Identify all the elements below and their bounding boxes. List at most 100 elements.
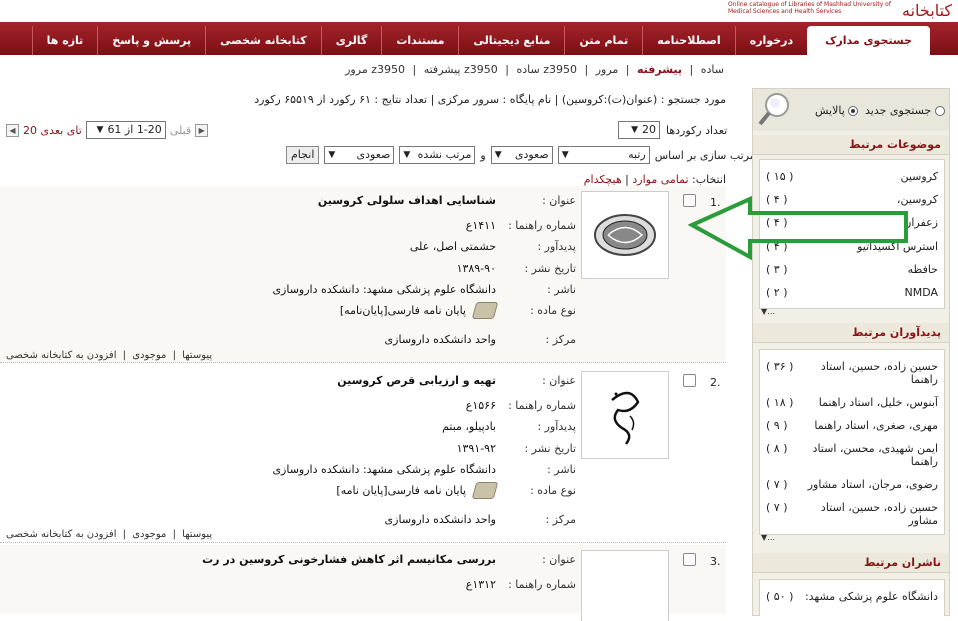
field-label-publisher: ناشر : xyxy=(547,283,576,296)
result-thumbnail[interactable] xyxy=(581,191,669,279)
nav-tab-browse[interactable]: درخواره xyxy=(734,26,807,55)
nav-tab-thesaurus[interactable]: اصطلاحنامه xyxy=(642,26,735,55)
sort-order2-select[interactable]: صعودی ▼ xyxy=(324,146,395,164)
sort-order-select[interactable]: صعودی ▼ xyxy=(490,146,553,164)
author-count: ( ۹ ) xyxy=(766,419,788,432)
chevron-down-icon: ▼ xyxy=(561,150,569,160)
nav-tab-news[interactable]: تازه ها xyxy=(31,26,98,55)
nav-tab-qa[interactable]: پرسش و پاسخ xyxy=(97,26,205,55)
prev-page-link[interactable]: قبلی xyxy=(170,124,191,137)
refine-radio[interactable] xyxy=(848,106,859,116)
result-title-link[interactable]: شناسایی اهداف سلولی کروسین xyxy=(318,194,496,207)
author-count: ( ۷ ) xyxy=(766,478,788,491)
new-search-option[interactable]: جستجوی جدید xyxy=(865,104,945,117)
result-title-link[interactable]: بررسی مکانیسم اثر کاهش فشارخونی کروسین د… xyxy=(202,553,496,566)
mode-advanced-link[interactable]: پیشرفته xyxy=(637,63,682,76)
records-select[interactable]: 20 ▼ xyxy=(618,121,660,139)
result-actions: پیوستها | موجودی | افزودن به کتابخانه شخ… xyxy=(6,529,215,540)
and-label: و xyxy=(480,148,486,162)
nav-tab-digital-resources[interactable]: منابع دیجیتالی xyxy=(458,26,564,55)
mode-browse-link[interactable]: مرور xyxy=(596,63,619,76)
field-value-date: ۱۳۸۹-۹۰ xyxy=(456,262,496,275)
refine-label: پالایش xyxy=(815,104,845,117)
select-none-link[interactable]: هیچکدام xyxy=(584,173,622,186)
holdings-link[interactable]: موجودی xyxy=(132,350,166,361)
topic-label: NMDA xyxy=(904,286,938,299)
chevron-down-icon: ▼ xyxy=(403,150,411,160)
related-publishers-heading: ناشران مرتبط xyxy=(753,553,949,573)
nav-tab-gallery[interactable]: گالری xyxy=(320,26,382,55)
result-title-link[interactable]: تهیه و ارزیابی قرص کروسین xyxy=(337,374,496,387)
more-authors-icon[interactable]: ▼… xyxy=(761,533,775,542)
calligraphy-icon xyxy=(611,391,640,445)
result-item: 1. عنوان : شناسایی اهداف سلولی کروسین شم… xyxy=(0,186,726,363)
sort-order2-value: صعودی xyxy=(356,148,391,161)
attachments-link[interactable]: پیوستها xyxy=(182,350,212,361)
page-range-select[interactable]: 1-20 از 61 ▼ xyxy=(85,121,166,139)
holdings-link[interactable]: موجودی xyxy=(132,529,166,540)
nav-tab-document-search[interactable]: جستجوی مدارک xyxy=(807,26,930,55)
separator: | xyxy=(412,63,417,76)
result-number: 3. xyxy=(710,555,721,568)
mode-z3950-browse-link[interactable]: z3950 مرور xyxy=(345,63,405,76)
separator: | xyxy=(689,63,694,76)
sort-field-value: رتبه xyxy=(628,148,646,161)
next-page-icon[interactable]: ◀ xyxy=(6,123,19,137)
refine-option[interactable]: پالایش xyxy=(815,104,859,117)
field-value-type: پایان نامه فارسی[پایان‌نامه] xyxy=(339,304,466,317)
new-search-radio[interactable] xyxy=(934,106,945,116)
selection-bar: انتخاب: تمامی موارد | هیچکدام xyxy=(584,173,726,186)
selection-label: انتخاب: xyxy=(692,173,726,186)
separator: | xyxy=(122,350,127,361)
add-to-personal-library-link[interactable]: افزودن به کتابخانه شخصی xyxy=(6,529,116,540)
separator: | xyxy=(505,63,509,76)
author-label: ایمن شهیدی، محسن، استاد راهنما xyxy=(812,442,938,468)
nav-tab-personal-library[interactable]: کتابخانه شخصی xyxy=(205,26,321,55)
publisher-count: ( ۵۰ ) xyxy=(766,590,794,603)
mode-z3950-advanced-link[interactable]: z3950 پیشرفته xyxy=(424,63,498,76)
chevron-down-icon: ▼ xyxy=(494,150,502,160)
field-label-publisher: ناشر : xyxy=(547,463,576,476)
field-label-center: مرکز : xyxy=(545,333,576,346)
add-to-personal-library-link[interactable]: افزودن به کتابخانه شخصی xyxy=(6,350,116,361)
field-label-title: عنوان : xyxy=(542,194,576,207)
author-label: حسین زاده، حسین، استاد مشاور xyxy=(820,501,938,527)
result-number: 2. xyxy=(710,376,721,389)
mode-simple-link[interactable]: ساده xyxy=(701,63,724,76)
select-all-link[interactable]: تمامی موارد xyxy=(632,173,688,186)
field-label-date: تاریخ نشر : xyxy=(524,442,576,455)
top-banner: Online catalogue of Libraries of Mashhad… xyxy=(0,0,958,22)
field-value-callno: ۱۵۶۶ع xyxy=(465,399,496,412)
thesis-icon xyxy=(471,302,499,319)
sort-apply-button[interactable]: انجام xyxy=(286,146,320,164)
prev-page-icon[interactable]: ▶ xyxy=(195,123,209,137)
separator: | xyxy=(584,63,589,76)
field-label-title: عنوان : xyxy=(542,374,576,387)
related-authors-heading: پدیدآوران مرتبط xyxy=(753,323,949,343)
field-label-date: تاریخ نشر : xyxy=(524,262,576,275)
sort-field2-select[interactable]: مرتب نشده ▼ xyxy=(399,146,476,164)
mode-z3950-simple-link[interactable]: z3950 ساده xyxy=(516,63,577,76)
field-value-publisher: دانشگاه علوم پزشکی مشهد: دانشکده داروساز… xyxy=(272,463,496,476)
nav-tab-authorities[interactable]: مستندات xyxy=(381,26,458,55)
result-item: 3. عنوان : بررسی مکانیسم اثر کاهش فشارخو… xyxy=(0,545,726,621)
new-search-label: جستجوی جدید xyxy=(865,104,932,117)
field-value-publisher: دانشگاه علوم پزشکی مشهد: دانشکده داروساز… xyxy=(272,283,496,296)
result-thumbnail[interactable] xyxy=(581,550,669,621)
author-label: آبنوس، خلیل، استاد راهنما xyxy=(818,396,938,409)
field-value-author[interactable]: حشمتی اصل، علی xyxy=(410,240,496,253)
nav-tab-fulltext[interactable]: تمام متن xyxy=(564,26,642,55)
result-checkbox[interactable] xyxy=(683,374,696,387)
sort-field-select[interactable]: رتبه ▼ xyxy=(557,146,650,164)
field-value-author[interactable]: بادپیلو، مبتم xyxy=(442,420,496,433)
next-page-link[interactable]: 20 تای بعدی xyxy=(23,124,82,137)
seal-icon xyxy=(594,214,656,256)
attachments-link[interactable]: پیوستها xyxy=(182,529,212,540)
university-logo[interactable]: كتابخانه xyxy=(902,1,952,21)
separator: | xyxy=(122,529,127,540)
result-checkbox[interactable] xyxy=(683,553,696,566)
author-count: ( ۷ ) xyxy=(766,501,788,514)
result-thumbnail[interactable] xyxy=(581,371,669,459)
result-actions: پیوستها | موجودی | افزودن به کتابخانه شخ… xyxy=(6,350,215,361)
more-topics-icon[interactable]: ▼… xyxy=(761,307,775,316)
